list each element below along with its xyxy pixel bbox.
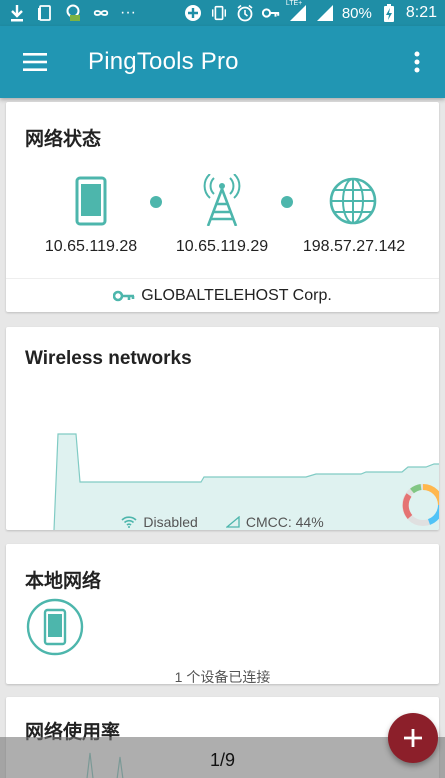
network-type-label: LTE+ — [285, 0, 303, 7]
download-icon — [8, 4, 26, 22]
battery-percent: 80% — [341, 4, 372, 22]
card-title: Wireless networks — [25, 348, 192, 369]
cell-signal-icon — [225, 516, 240, 528]
alarm-icon — [236, 4, 254, 22]
network-status-card[interactable]: 网络状态 10.65.119.28 10.65.119.29 198.57.27… — [6, 102, 439, 312]
node-ip-gateway: 10.65.119.29 — [175, 238, 269, 255]
app-notification-icon — [64, 4, 82, 22]
connection-dot — [281, 196, 293, 208]
vpn-key-icon — [261, 4, 280, 22]
overflow-menu-button[interactable] — [389, 26, 445, 98]
menu-button[interactable] — [0, 26, 70, 98]
node-ip-device: 10.65.119.28 — [44, 238, 138, 255]
more-vert-icon — [414, 51, 420, 73]
app-bar: PingTools Pro — [0, 26, 445, 98]
vibrate-icon — [210, 4, 228, 22]
wifi-icon — [121, 516, 137, 528]
document-icon — [36, 4, 54, 22]
cell-status-text: CMCC: 44% — [245, 514, 324, 530]
plus-icon — [404, 729, 422, 747]
signal-2-icon — [316, 4, 334, 22]
signal-icon: LTE+ — [286, 0, 308, 22]
devices-connected-text: 1 个设备已连接 — [174, 669, 271, 684]
app-title: PingTools Pro — [88, 48, 239, 75]
card-title: 网络状态 — [25, 129, 102, 150]
card-title: 本地网络 — [25, 571, 102, 592]
wifi-status-text: Disabled — [143, 514, 198, 530]
cell-status: CMCC: 44% — [225, 514, 324, 530]
wifi-status: Disabled — [121, 514, 198, 530]
infinity-icon — [92, 4, 110, 22]
globe-icon — [329, 177, 377, 225]
add-button[interactable] — [388, 713, 438, 763]
local-network-card[interactable]: 本地网络 1 个设备已连接 — [6, 544, 439, 684]
clock: 8:21 — [405, 4, 437, 21]
page-indicator: 1/9 — [209, 750, 236, 770]
add-circle-icon — [184, 4, 202, 22]
isp-row: GLOBALTELEHOST Corp. — [6, 278, 439, 312]
cell-tower-icon — [203, 174, 241, 226]
connection-dot — [150, 196, 162, 208]
wireless-status-row: Disabled CMCC: 44% — [6, 513, 439, 530]
node-ip-external: 198.57.27.142 — [302, 238, 406, 255]
status-bar: ··· LTE+ 80% 8:21 — [0, 0, 445, 26]
more-notifications-icon: ··· — [120, 4, 136, 21]
isp-name: GLOBALTELEHOST Corp. — [141, 286, 332, 304]
vpn-key-icon — [113, 290, 135, 301]
device-phone-icon — [26, 598, 84, 656]
battery-charging-icon — [380, 4, 398, 22]
wireless-networks-card[interactable]: Wireless networks Disabled CMCC: 44% — [6, 327, 439, 530]
phone-icon — [75, 176, 107, 226]
hamburger-icon — [23, 53, 47, 71]
